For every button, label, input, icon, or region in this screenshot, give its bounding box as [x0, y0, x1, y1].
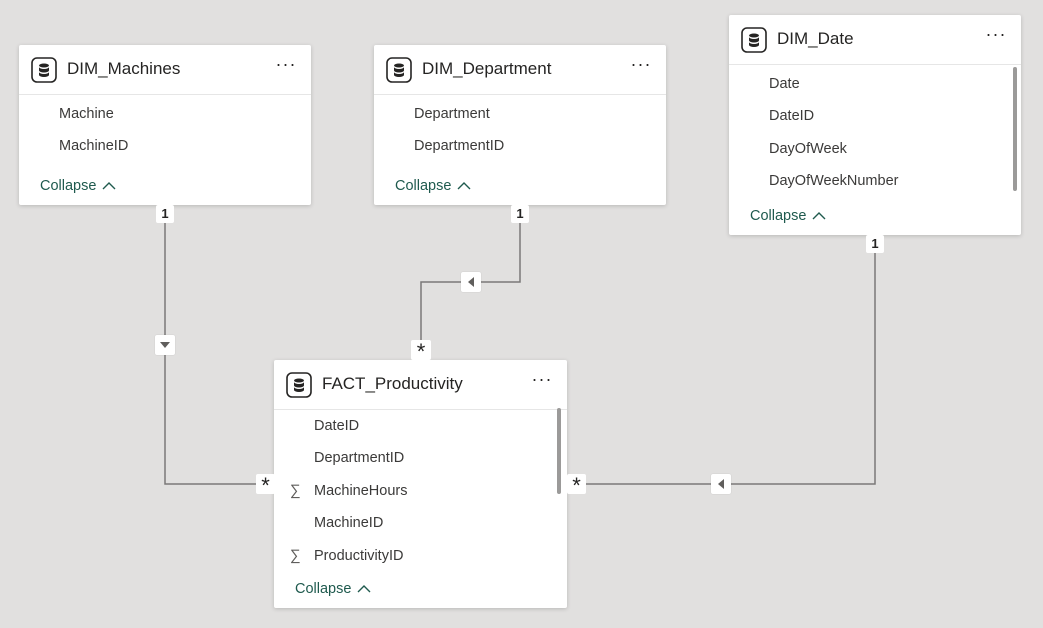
table-title: DIM_Machines: [67, 59, 181, 78]
table-icon: [286, 372, 312, 398]
relationship-date-line: [566, 235, 876, 485]
chevron-up-icon: [457, 182, 471, 190]
field-dateid[interactable]: DateID: [769, 108, 814, 124]
field-productivityid[interactable]: ProductivityID: [314, 548, 403, 564]
filter-direction-arrow-icon[interactable]: [461, 272, 481, 292]
table-title: DIM_Date: [777, 29, 854, 48]
collapse-button[interactable]: Collapse: [750, 208, 826, 224]
table-card-header[interactable]: DIM_Date ···: [729, 15, 1021, 65]
cardinality-many-badge: *: [567, 474, 586, 498]
collapse-button[interactable]: Collapse: [295, 581, 371, 597]
sigma-icon: ∑: [290, 482, 301, 499]
collapse-label: Collapse: [295, 581, 352, 597]
table-card-dim-department[interactable]: DIM_Department ··· Department Department…: [374, 45, 666, 205]
sigma-icon: ∑: [290, 547, 301, 564]
table-card-dim-machines[interactable]: DIM_Machines ··· Machine MachineID Colla…: [19, 45, 311, 205]
collapse-button[interactable]: Collapse: [395, 178, 471, 194]
field-dateid[interactable]: DateID: [314, 418, 359, 434]
model-diagram-canvas[interactable]: DIM_Machines ··· Machine MachineID Colla…: [0, 0, 1043, 628]
cardinality-one-badge: 1: [156, 205, 174, 223]
cardinality-many-badge: *: [411, 340, 431, 364]
filter-direction-arrow-icon[interactable]: [155, 335, 175, 355]
cardinality-one-badge: 1: [511, 205, 529, 223]
table-card-header[interactable]: DIM_Department ···: [374, 45, 666, 95]
collapse-label: Collapse: [40, 178, 97, 194]
field-machine[interactable]: Machine: [59, 106, 114, 122]
field-machineid[interactable]: MachineID: [59, 138, 128, 154]
field-dayofweek[interactable]: DayOfWeek: [769, 141, 847, 157]
more-options-icon[interactable]: ···: [630, 55, 652, 77]
more-options-icon[interactable]: ···: [531, 370, 553, 392]
table-title: DIM_Department: [422, 59, 552, 78]
table-card-dim-date[interactable]: DIM_Date ··· Date DateID DayOfWeek DayOf…: [729, 15, 1021, 235]
table-card-header[interactable]: FACT_Productivity ···: [274, 360, 567, 410]
field-date[interactable]: Date: [769, 76, 800, 92]
table-card-fact-productivity[interactable]: FACT_Productivity ··· DateID DepartmentI…: [274, 360, 567, 608]
collapse-label: Collapse: [750, 208, 807, 224]
table-title: FACT_Productivity: [322, 374, 463, 393]
chevron-up-icon: [812, 212, 826, 220]
field-departmentid[interactable]: DepartmentID: [414, 138, 504, 154]
field-dayofweeknumber[interactable]: DayOfWeekNumber: [769, 173, 898, 189]
field-department[interactable]: Department: [414, 106, 490, 122]
scrollbar[interactable]: [557, 408, 561, 494]
collapse-button[interactable]: Collapse: [40, 178, 116, 194]
scrollbar[interactable]: [1013, 67, 1017, 191]
field-machinehours[interactable]: MachineHours: [314, 483, 408, 499]
filter-direction-arrow-icon[interactable]: [711, 474, 731, 494]
chevron-up-icon: [357, 585, 371, 593]
more-options-icon[interactable]: ···: [985, 25, 1007, 47]
table-icon: [386, 57, 412, 83]
field-machineid[interactable]: MachineID: [314, 515, 383, 531]
table-icon: [741, 27, 767, 53]
more-options-icon[interactable]: ···: [275, 55, 297, 77]
collapse-label: Collapse: [395, 178, 452, 194]
cardinality-one-badge: 1: [866, 235, 884, 253]
field-departmentid[interactable]: DepartmentID: [314, 450, 404, 466]
chevron-up-icon: [102, 182, 116, 190]
relationship-machines-line: [164, 205, 275, 485]
cardinality-many-badge: *: [256, 474, 275, 498]
table-icon: [31, 57, 57, 83]
table-card-header[interactable]: DIM_Machines ···: [19, 45, 311, 95]
